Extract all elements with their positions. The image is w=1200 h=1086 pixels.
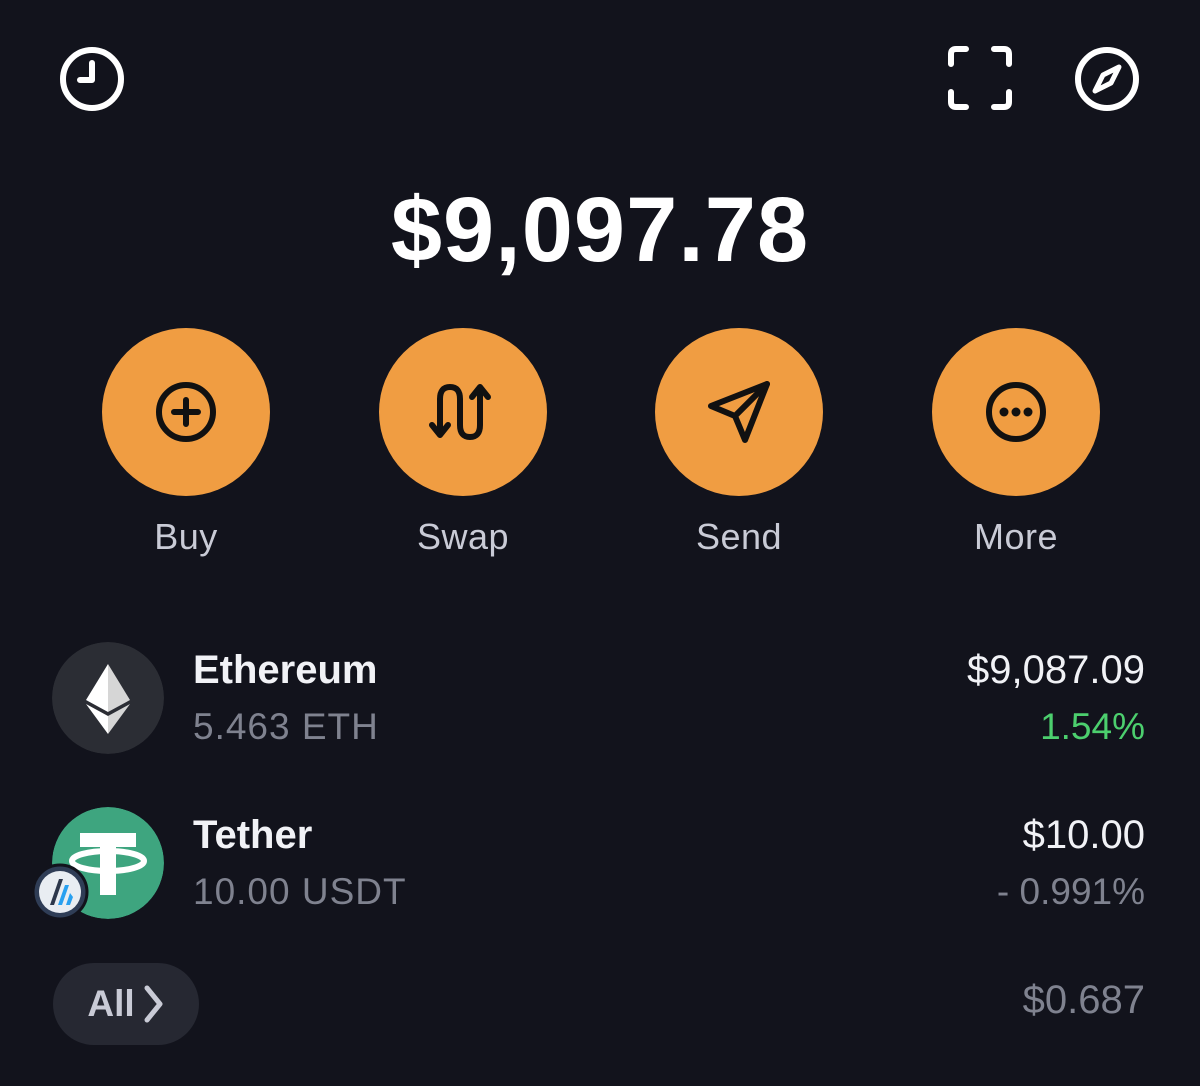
asset-value: $10.00 bbox=[1022, 813, 1145, 857]
buy-action[interactable]: Buy bbox=[102, 328, 270, 558]
swap-arrows-icon bbox=[429, 384, 491, 440]
swap-button[interactable] bbox=[379, 328, 547, 496]
asset-row-tether[interactable]: Tether 10.00 USDT $10.00 - 0.991% bbox=[0, 807, 1200, 927]
ethereum-logo-icon bbox=[52, 642, 164, 754]
other-assets-value: $0.687 bbox=[1022, 978, 1145, 1022]
chevron-right-icon bbox=[144, 985, 163, 1023]
asset-amount: 5.463 ETH bbox=[193, 706, 379, 747]
history-clock-icon[interactable] bbox=[58, 45, 126, 113]
send-paper-plane-icon bbox=[708, 381, 770, 443]
asset-name: Ethereum bbox=[193, 648, 378, 692]
plus-circle-icon bbox=[156, 382, 216, 442]
more-label: More bbox=[973, 516, 1059, 557]
asset-name: Tether bbox=[193, 813, 313, 857]
more-dots-icon bbox=[986, 382, 1046, 442]
swap-label: Swap bbox=[416, 516, 510, 557]
more-button[interactable] bbox=[932, 328, 1100, 496]
asset-change: 1.54% bbox=[1040, 706, 1145, 747]
send-button[interactable] bbox=[655, 328, 823, 496]
buy-button[interactable] bbox=[102, 328, 270, 496]
asset-row-ethereum[interactable]: Ethereum 5.463 ETH $9,087.09 1.54% bbox=[0, 642, 1200, 762]
send-action[interactable]: Send bbox=[655, 328, 823, 558]
swap-action[interactable]: Swap bbox=[379, 328, 547, 558]
compass-icon[interactable] bbox=[1073, 45, 1141, 113]
all-assets-button[interactable]: All bbox=[53, 963, 199, 1045]
asset-value: $9,087.09 bbox=[967, 648, 1145, 692]
asset-change: - 0.991% bbox=[996, 871, 1145, 912]
all-label: All bbox=[87, 983, 135, 1024]
asset-amount: 10.00 USDT bbox=[193, 871, 407, 912]
buy-label: Buy bbox=[154, 516, 218, 557]
scan-frame-icon[interactable] bbox=[946, 44, 1014, 112]
send-label: Send bbox=[695, 516, 783, 557]
total-balance: $9,097.78 bbox=[390, 179, 810, 281]
more-action[interactable]: More bbox=[932, 328, 1100, 558]
arbitrum-badge-icon bbox=[31, 863, 89, 921]
